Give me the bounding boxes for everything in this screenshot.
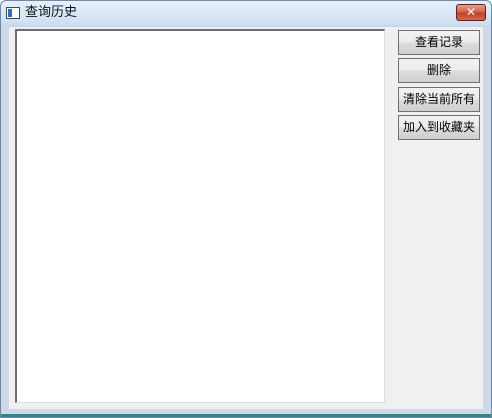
app-icon	[6, 7, 20, 19]
window-frame-bottom-edge	[1, 414, 491, 417]
history-window: 查询历史 ✕ 查看记录 删除 清除当前所有 加入到收藏夹	[0, 0, 492, 418]
history-list[interactable]	[15, 29, 385, 403]
window-title: 查询历史	[25, 5, 78, 20]
close-button[interactable]: ✕	[456, 4, 486, 21]
view-record-button[interactable]: 查看记录	[398, 30, 480, 55]
window-frame-left	[1, 27, 9, 417]
window-frame-right	[483, 27, 491, 417]
clear-all-button[interactable]: 清除当前所有	[398, 87, 480, 112]
delete-button[interactable]: 删除	[398, 58, 480, 83]
add-to-favorites-button[interactable]: 加入到收藏夹	[398, 115, 480, 140]
title-bar[interactable]: 查询历史 ✕	[1, 1, 491, 27]
